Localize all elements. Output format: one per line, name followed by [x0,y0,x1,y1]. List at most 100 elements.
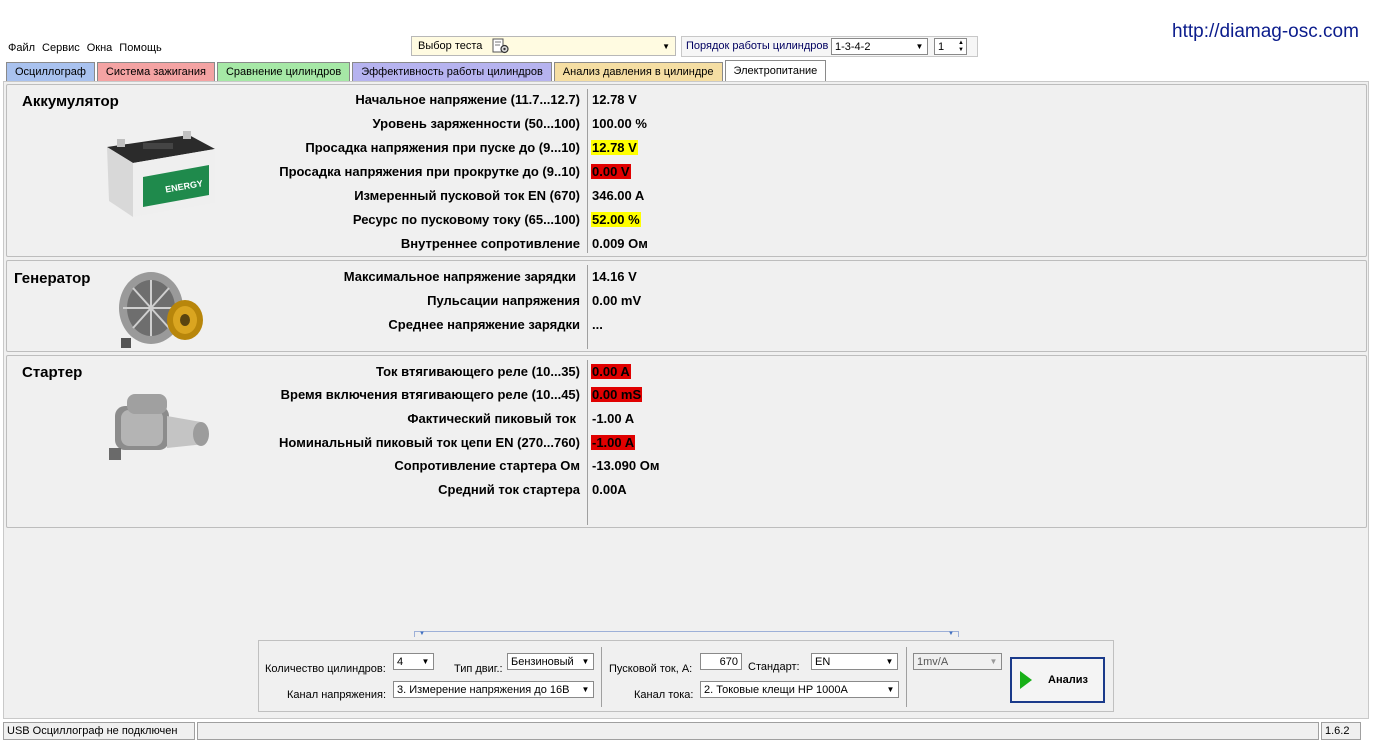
menu-bar: Файл Сервис Окна Помощь [8,42,162,54]
generator-param-2-value: ... [592,317,603,332]
menu-file[interactable]: Файл [8,42,35,54]
chevron-down-icon: ▼ [662,41,670,51]
tab-label: Анализ давления в цилиндре [562,66,714,78]
tab-label: Осциллограф [15,66,86,78]
tab-label: Сравнение цилиндров [225,66,342,78]
starter-title: Стартер [22,364,83,381]
starter-param-3-value: -1.00 A [591,435,636,450]
battery-param-4-value: 346.00 A [592,188,645,203]
starter-param-5-label: Средний ток стартера [438,482,580,497]
tab-cylinder-compare[interactable]: Сравнение цилиндров [216,62,351,81]
cylinder-spin[interactable]: 1 ▲ ▼ [934,38,967,55]
generator-param-0-value: 14.16 V [592,269,637,284]
starter-param-4-value: -13.090 Ом [592,458,660,473]
connection-status: USB Осциллограф не подключен [3,722,195,740]
menu-help[interactable]: Помощь [119,42,162,54]
start-current-input[interactable]: 670 [700,653,742,670]
version-status: 1.6.2 [1321,722,1361,740]
panel-splitter[interactable]: ▼ ▼ [414,631,959,637]
generator-param-1-value: 0.00 mV [592,293,642,308]
battery-param-3-label: Просадка напряжения при прокрутке до (9.… [279,164,580,179]
cylinder-order-select[interactable]: 1-3-4-2 ▼ [831,38,928,55]
tab-pressure-analysis[interactable]: Анализ давления в цилиндре [553,62,723,81]
generator-panel: Генератор [6,260,1367,352]
starter-param-0-label: Ток втягивающего реле (10...35) [375,364,580,379]
start-current-value: 670 [719,655,738,668]
splitter-arrow-icon: ▼ [419,631,425,637]
status-spacer [197,722,1319,740]
cylinder-spin-value: 1 [938,40,945,53]
menu-service[interactable]: Сервис [42,42,80,54]
test-select-label: Выбор теста [418,40,483,52]
starter-divider [587,360,588,525]
tab-ignition[interactable]: Система зажигания [96,62,215,81]
tab-oscilloscope[interactable]: Осциллограф [6,62,95,81]
status-bar: USB Осциллограф не подключен 1.6.2 [3,722,1379,742]
settings-panel [258,640,1114,712]
starter-param-1-label: Время включения втягивающего реле (10...… [280,387,580,402]
battery-param-6-value: 0.009 Ом [592,236,648,251]
standard-label: Стандарт: [748,661,800,673]
settings-divider-2 [906,647,907,707]
chevron-down-icon: ▼ [581,685,590,694]
engine-type-select[interactable]: Бензиновый ▼ [507,653,594,670]
current-channel-select[interactable]: 2. Токовые клещи HP 1000A ▼ [700,681,899,698]
battery-param-6-label: Внутреннее сопротивление [400,236,580,251]
version-text: 1.6.2 [1325,725,1350,737]
generator-param-2-label: Среднее напряжение зарядки [388,317,580,332]
test-select-combo[interactable]: Выбор теста ▼ [411,36,676,56]
chevron-down-icon: ▼ [421,657,430,666]
cylinder-order-label: Порядок работы цилиндров [686,40,829,52]
scale-select[interactable]: 1mv/A ▼ [913,653,1002,670]
standard-select[interactable]: EN ▼ [811,653,898,670]
tab-bar: Осциллограф Система зажигания Сравнение … [6,60,827,81]
starter-param-3-label: Номинальный пиковый ток цепи EN (270...7… [279,435,580,450]
battery-param-2-label: Просадка напряжения при пуске до (9...10… [305,140,580,155]
generator-divider [587,265,588,349]
cylinders-select[interactable]: 4 ▼ [393,653,434,670]
current-channel-value: 2. Токовые клещи HP 1000A [704,683,848,696]
generator-param-1-label: Пульсации напряжения [427,293,580,308]
engine-type-label: Тип двиг.: [454,663,503,675]
tab-power-supply[interactable]: Электропитание [724,60,827,81]
battery-param-5-value: 52.00 % [591,212,641,227]
starter-panel: Стартер [6,355,1367,528]
current-channel-label: Канал тока: [634,689,694,701]
generator-param-0-label: Максимальное напряжение зарядки [343,269,576,284]
battery-param-5-label: Ресурс по пусковому току (65...100) [352,212,580,227]
starter-param-4-label: Сопротивление стартера Ом [394,458,580,473]
battery-param-3-value: 0.00 V [591,164,631,179]
tab-cylinder-efficiency[interactable]: Эффективность работы цилиндров [352,62,552,81]
menu-windows[interactable]: Окна [87,42,113,54]
starter-motor-image [109,394,209,460]
engine-type-value: Бензиновый [511,655,574,668]
battery-param-1-value: 100.00 % [592,116,647,131]
battery-divider [587,89,588,253]
cylinders-label: Количество цилиндров: [265,663,386,675]
tab-label: Эффективность работы цилиндров [361,66,543,78]
battery-param-2-value: 12.78 V [591,140,638,155]
analyze-button[interactable]: Анализ [1010,657,1105,703]
analyze-button-label: Анализ [1048,674,1088,686]
document-gear-icon [492,38,509,54]
tab-label: Электропитание [733,65,818,77]
voltage-channel-value: 3. Измерение напряжения до 16В [397,683,570,696]
chevron-down-icon: ▼ [989,657,998,666]
tab-label: Система зажигания [105,66,206,78]
battery-param-4-label: Измеренный пусковой ток EN (670) [354,188,580,203]
starter-param-2-label: Фактический пиковый ток [407,411,576,426]
spin-arrows-icon[interactable]: ▲ ▼ [958,40,966,54]
battery-param-1-label: Уровень заряженности (50...100) [372,116,580,131]
alternator-image [119,272,203,348]
voltage-channel-label: Канал напряжения: [287,689,386,701]
voltage-channel-select[interactable]: 3. Измерение напряжения до 16В ▼ [393,681,594,698]
battery-param-0-label: Начальное напряжение (11.7...12.7) [355,92,580,107]
splitter-arrow-icon: ▼ [948,631,954,637]
starter-param-5-value: 0.00A [592,482,627,497]
chevron-down-icon: ▼ [581,657,590,666]
starter-param-2-value: -1.00 A [592,411,635,426]
generator-title: Генератор [14,270,91,287]
battery-panel: Аккумулятор ENERGY [6,84,1367,257]
car-battery-image: ENERGY [107,131,215,217]
play-icon [1020,671,1032,689]
